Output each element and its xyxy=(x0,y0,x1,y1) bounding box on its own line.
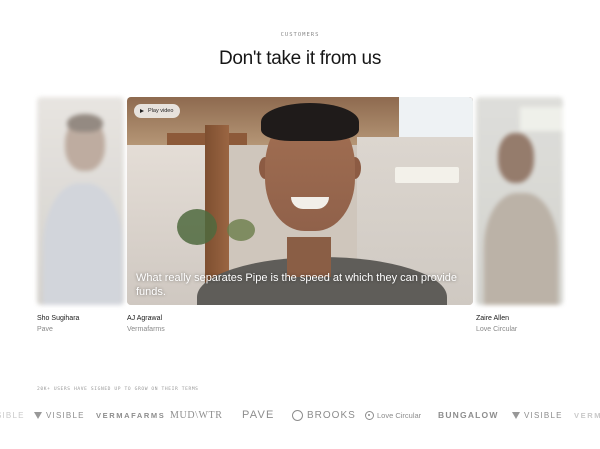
logo-label: BUNGALOW xyxy=(438,410,499,420)
logo-label: BROOKS xyxy=(307,409,356,421)
play-icon xyxy=(140,109,144,113)
testimonial-name: Zaire Allen xyxy=(476,315,510,322)
testimonial-company: Pave xyxy=(37,326,53,333)
logo-vermafarms: VERMA xyxy=(574,406,600,424)
logo-visible: VISIBLE xyxy=(0,406,25,424)
person-silhouette xyxy=(43,183,123,305)
speaker-hair xyxy=(261,103,359,141)
users-stat-line: 20K+ USERS HAVE SIGNED UP TO GROW ON THE… xyxy=(37,387,199,392)
video-background-lamp xyxy=(395,167,459,183)
video-background-plant xyxy=(177,209,217,245)
logo-visible: VISIBLE xyxy=(34,406,85,424)
testimonial-company: Love Circular xyxy=(476,326,518,333)
logo-label: Love Circular xyxy=(377,410,422,420)
logo-label: VERMAFARMS xyxy=(96,410,166,420)
logo-pave: PAVE xyxy=(242,406,275,424)
play-video-label: Play video xyxy=(148,108,174,114)
visible-v-icon xyxy=(512,411,520,419)
logo-label: VISIBLE xyxy=(524,410,563,420)
logo-label: VERMA xyxy=(574,410,600,420)
person-hair xyxy=(67,114,103,132)
customer-logo-row: VISIBLE VISIBLE VERMAFARMS MUD\WTR PAVE … xyxy=(0,406,600,424)
logo-love-circular: Love Circular xyxy=(365,406,421,424)
testimonial-card-zaire-allen[interactable] xyxy=(476,97,563,305)
love-circular-icon xyxy=(365,410,374,420)
speaker-smile xyxy=(291,197,329,209)
person-silhouette xyxy=(484,193,558,305)
testimonial-card-sho-sugihara[interactable] xyxy=(37,97,124,305)
video-caption: What really separates Pipe is the speed … xyxy=(136,272,458,298)
logo-label: VISIBLE xyxy=(0,410,25,420)
background-light xyxy=(520,107,563,131)
play-video-button[interactable]: Play video xyxy=(134,104,181,118)
logo-brooks: BROOKS xyxy=(292,406,356,424)
testimonial-name: Sho Sugihara xyxy=(37,315,80,322)
logo-bungalow: BUNGALOW xyxy=(438,406,499,424)
brooks-ring-icon xyxy=(292,409,303,421)
logo-visible: VISIBLE xyxy=(512,406,563,424)
testimonial-video-aj-agrawal[interactable]: Play video What really separates Pipe is… xyxy=(127,97,473,305)
logo-label: PAVE xyxy=(242,409,275,421)
person-head xyxy=(498,133,534,183)
logo-mudwtr: MUD\WTR xyxy=(170,406,223,424)
section-eyebrow: CUSTOMERS xyxy=(280,32,320,38)
section-headline: Don't take it from us xyxy=(218,48,382,69)
logo-label: VISIBLE xyxy=(46,410,85,420)
logo-vermafarms: VERMAFARMS xyxy=(96,406,165,424)
logo-label: MUD\WTR xyxy=(170,409,223,421)
testimonial-name: AJ Agrawal xyxy=(127,315,163,322)
video-background-plant xyxy=(227,219,255,241)
testimonial-company: Vermafarms xyxy=(127,326,165,333)
video-background-window xyxy=(399,97,473,137)
visible-v-icon xyxy=(34,411,42,419)
